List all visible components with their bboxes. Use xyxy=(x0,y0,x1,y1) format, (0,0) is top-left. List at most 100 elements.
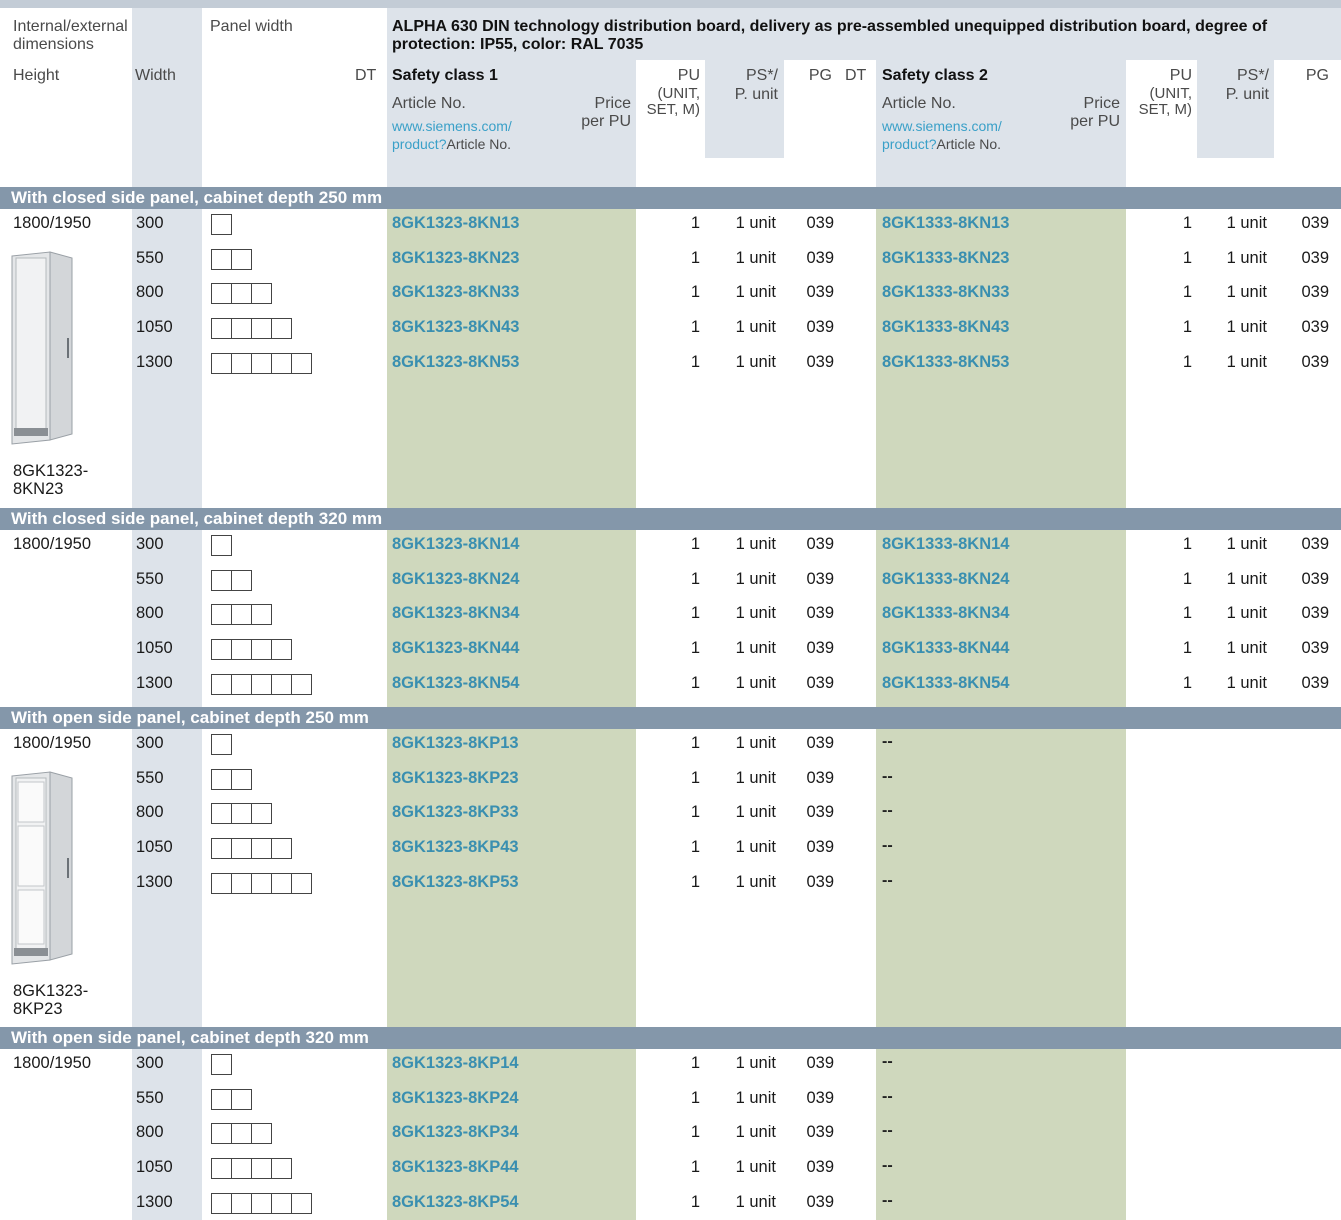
no-article-dash: -- xyxy=(882,837,893,855)
panel-box xyxy=(211,352,232,374)
article-link-sc1[interactable]: 8GK1323-8KN43 xyxy=(392,317,520,337)
panel-box xyxy=(251,352,272,374)
ps-value: 1 unit xyxy=(735,1158,776,1177)
pg-value: 039 xyxy=(806,838,834,857)
pg-value-2: 039 xyxy=(1301,535,1329,553)
pu-value: 1 xyxy=(690,872,700,891)
article-link-sc2[interactable]: 8GK1333-8KN23 xyxy=(882,248,1010,268)
url-1b[interactable]: product? xyxy=(392,136,446,152)
article-link-sc1[interactable]: 8GK1323-8KP53 xyxy=(392,872,519,892)
ps-value-2: 1 unit xyxy=(1226,569,1267,588)
article-link-sc2[interactable]: 8GK1333-8KN14 xyxy=(882,534,1010,554)
pu-value: 1 xyxy=(690,768,700,787)
width-value: 550 xyxy=(136,569,164,588)
article-link-sc1[interactable]: 8GK1323-8KN23 xyxy=(392,248,520,268)
panel-box xyxy=(291,352,312,374)
panel-box xyxy=(231,1192,252,1214)
panel-width-boxes xyxy=(211,535,232,556)
dt-label-1: DT xyxy=(355,67,377,84)
article-link-sc1[interactable]: 8GK1323-8KN33 xyxy=(392,282,520,302)
article-link-sc1[interactable]: 8GK1323-8KN13 xyxy=(392,213,520,233)
article-link-sc2[interactable]: 8GK1333-8KN43 xyxy=(882,317,1010,337)
article-link-sc1[interactable]: 8GK1323-8KP14 xyxy=(392,1053,519,1073)
article-link-sc2[interactable]: 8GK1333-8KN53 xyxy=(882,352,1010,372)
pg-value: 039 xyxy=(806,639,834,658)
width-value: 300 xyxy=(136,734,164,752)
panel-width-boxes xyxy=(211,673,312,695)
article-link-sc1[interactable]: 8GK1323-8KN54 xyxy=(392,673,520,693)
pu-value: 1 xyxy=(690,803,700,822)
article-link-sc1[interactable]: 8GK1323-8KP54 xyxy=(392,1192,519,1212)
pg-value: 039 xyxy=(806,872,834,891)
pg-value: 039 xyxy=(806,604,834,623)
panel-box xyxy=(231,838,252,860)
article-link-sc1[interactable]: 8GK1323-8KP44 xyxy=(392,1157,519,1177)
ps-value: 1 unit xyxy=(735,318,776,337)
pu-2c: SET, M) xyxy=(1138,101,1192,118)
url-1a[interactable]: www.siemens.com/ xyxy=(392,118,512,134)
panel-width-boxes xyxy=(211,768,252,790)
panel-box xyxy=(231,639,252,661)
no-article-dash: -- xyxy=(882,1191,893,1209)
panel-box xyxy=(231,872,252,894)
no-article-dash: -- xyxy=(882,733,893,750)
article-link-sc1[interactable]: 8GK1323-8KP23 xyxy=(392,768,519,788)
section-title: With open side panel, cabinet depth 250 … xyxy=(0,707,1341,729)
panel-box xyxy=(251,318,272,340)
width-value: 1300 xyxy=(136,1192,173,1211)
article-link-sc2[interactable]: 8GK1333-8KN44 xyxy=(882,638,1010,658)
article-link-sc1[interactable]: 8GK1323-8KN53 xyxy=(392,352,520,372)
pu-value-2: 1 xyxy=(1182,283,1192,302)
url-2a[interactable]: www.siemens.com/ xyxy=(882,118,1002,134)
no-article-dash: -- xyxy=(882,1087,893,1105)
article-link-sc2[interactable]: 8GK1333-8KN34 xyxy=(882,603,1010,623)
article-link-sc1[interactable]: 8GK1323-8KP43 xyxy=(392,837,519,857)
panel-width-boxes xyxy=(211,569,252,591)
width-value: 1050 xyxy=(136,639,173,658)
no-article-dash: -- xyxy=(882,767,893,785)
article-link-sc1[interactable]: 8GK1323-8KN14 xyxy=(392,534,520,554)
panel-box xyxy=(291,872,312,894)
cabinet-image xyxy=(10,248,76,448)
article-link-sc2[interactable]: 8GK1333-8KN54 xyxy=(882,673,1010,693)
ps-value: 1 unit xyxy=(735,639,776,658)
article-link-sc1[interactable]: 8GK1323-8KN34 xyxy=(392,603,520,623)
panel-box xyxy=(251,1192,272,1214)
pu-1a: PU xyxy=(677,67,700,84)
panel-width-boxes xyxy=(211,734,232,755)
ps-value-2: 1 unit xyxy=(1226,639,1267,658)
pu-value: 1 xyxy=(690,352,700,371)
pu-value-2: 1 xyxy=(1182,214,1192,232)
dims-label: Internal/external dimensions xyxy=(13,18,128,53)
article-link-sc1[interactable]: 8GK1323-8KP33 xyxy=(392,802,519,822)
ps-value: 1 unit xyxy=(735,1088,776,1107)
pg-value-2: 039 xyxy=(1301,352,1329,371)
ps-value: 1 unit xyxy=(735,604,776,623)
panel-width-boxes xyxy=(211,248,252,270)
article-link-sc2[interactable]: 8GK1333-8KN13 xyxy=(882,213,1010,233)
panel-width-boxes xyxy=(211,1054,232,1075)
article-link-sc1[interactable]: 8GK1323-8KP34 xyxy=(392,1122,519,1142)
pu-value: 1 xyxy=(690,734,700,752)
pu-value: 1 xyxy=(690,838,700,857)
ps-value: 1 unit xyxy=(735,673,776,692)
panel-box xyxy=(251,1123,272,1145)
width-value: 1300 xyxy=(136,352,173,371)
ps-value: 1 unit xyxy=(735,838,776,857)
article-link-sc1[interactable]: 8GK1323-8KP13 xyxy=(392,733,519,753)
article-link-sc2[interactable]: 8GK1333-8KN33 xyxy=(882,282,1010,302)
article-link-sc1[interactable]: 8GK1323-8KP24 xyxy=(392,1088,519,1108)
ps-value-2: 1 unit xyxy=(1226,214,1267,232)
ps-value: 1 unit xyxy=(735,1054,776,1072)
article-link-sc2[interactable]: 8GK1333-8KN24 xyxy=(882,569,1010,589)
panel-box xyxy=(231,318,252,340)
ps-value: 1 unit xyxy=(735,352,776,371)
pg-value-2: 039 xyxy=(1301,283,1329,302)
sc2-col-bg xyxy=(876,728,1126,1027)
image-caption: 8KP23 xyxy=(13,1000,63,1018)
url-1-suffix: Article No. xyxy=(446,136,512,152)
article-link-sc1[interactable]: 8GK1323-8KN44 xyxy=(392,638,520,658)
url-2b[interactable]: product? xyxy=(882,136,936,152)
height-label: Height xyxy=(13,67,60,84)
article-link-sc1[interactable]: 8GK1323-8KN24 xyxy=(392,569,520,589)
